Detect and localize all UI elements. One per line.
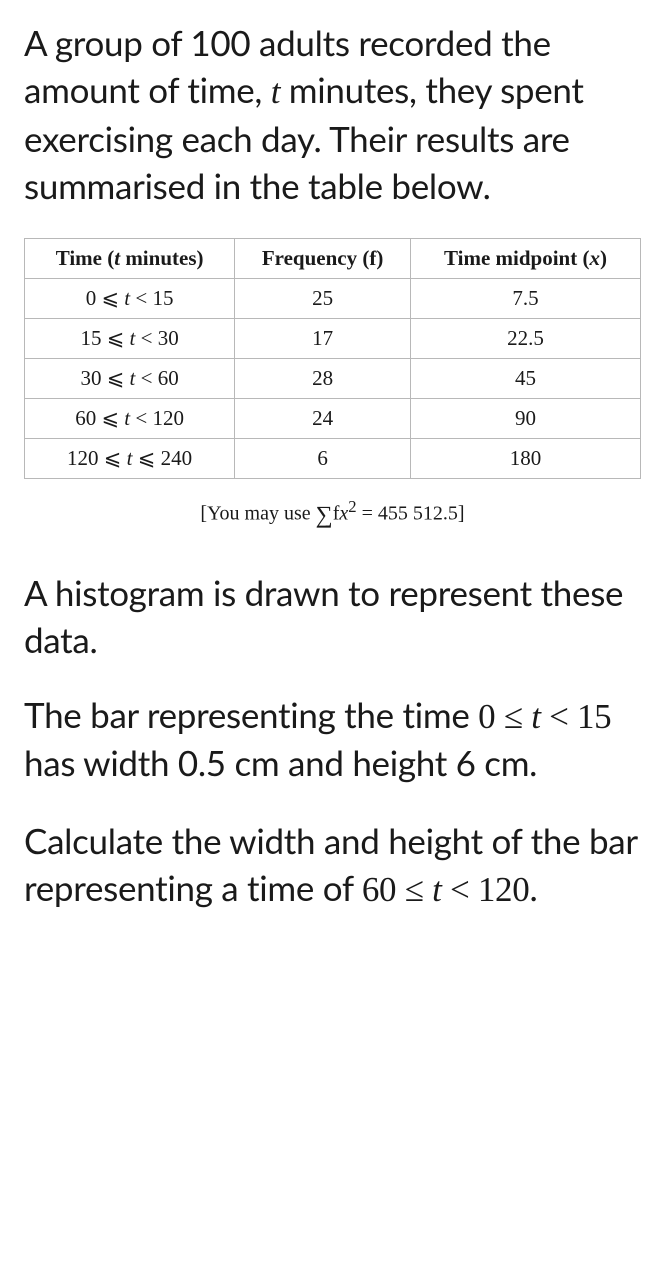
cell-range: 120 ⩽ t ⩽ 240 xyxy=(25,439,235,479)
intro-var-t: t xyxy=(271,72,280,111)
table-body: 0 ⩽ t < 15 25 7.5 15 ⩽ t < 30 17 22.5 30… xyxy=(25,279,641,479)
cell-range: 15 ⩽ t < 30 xyxy=(25,319,235,359)
cell-mid: 45 xyxy=(410,359,640,399)
cell-range: 60 ⩽ t < 120 xyxy=(25,399,235,439)
problem-intro: A group of 100 adults recorded the amoun… xyxy=(24,20,641,210)
cell-freq: 6 xyxy=(235,439,411,479)
cell-freq: 28 xyxy=(235,359,411,399)
header-midpoint: Time midpoint (x) xyxy=(410,239,640,279)
cell-freq: 25 xyxy=(235,279,411,319)
cell-range: 30 ⩽ t < 60 xyxy=(25,359,235,399)
cell-freq: 17 xyxy=(235,319,411,359)
histogram-statement: A histogram is drawn to represent these … xyxy=(24,570,641,665)
frequency-table: Time (t minutes) Frequency (f) Time midp… xyxy=(24,238,641,479)
table-header-row: Time (t minutes) Frequency (f) Time midp… xyxy=(25,239,641,279)
sum-hint: [You may use ∑fx2 = 455 512.5] xyxy=(24,497,641,530)
cell-range: 0 ⩽ t < 15 xyxy=(25,279,235,319)
header-time: Time (t minutes) xyxy=(25,239,235,279)
cell-mid: 22.5 xyxy=(410,319,640,359)
cell-mid: 90 xyxy=(410,399,640,439)
range-60-120: 60 ≤ t < 120 xyxy=(362,870,530,909)
table-row: 60 ⩽ t < 120 24 90 xyxy=(25,399,641,439)
table-row: 120 ⩽ t ⩽ 240 6 180 xyxy=(25,439,641,479)
bar-spec: The bar representing the time 0 ≤ t < 15… xyxy=(24,692,641,788)
cell-mid: 7.5 xyxy=(410,279,640,319)
range-0-15: 0 ≤ t < 15 xyxy=(478,697,611,736)
header-frequency: Frequency (f) xyxy=(235,239,411,279)
table-row: 30 ⩽ t < 60 28 45 xyxy=(25,359,641,399)
table-row: 0 ⩽ t < 15 25 7.5 xyxy=(25,279,641,319)
cell-mid: 180 xyxy=(410,439,640,479)
cell-freq: 24 xyxy=(235,399,411,439)
question: Calculate the width and height of the ba… xyxy=(24,818,641,914)
table-row: 15 ⩽ t < 30 17 22.5 xyxy=(25,319,641,359)
